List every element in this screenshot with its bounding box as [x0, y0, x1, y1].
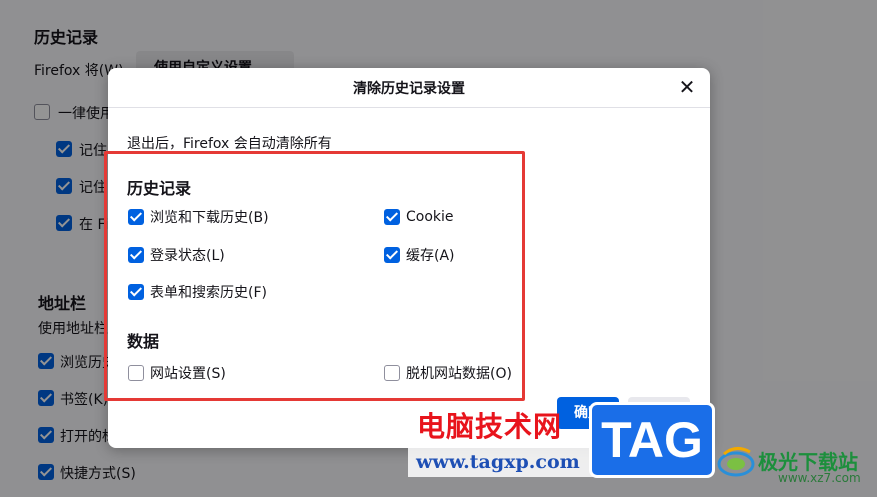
jiguang-site-url: www.xz7.com: [778, 471, 861, 485]
jiguang-logo-icon: [717, 447, 755, 477]
dialog-description: 退出后，Firefox 会自动清除所有: [127, 136, 332, 152]
dialog-header: 清除历史记录设置 ✕: [108, 68, 710, 108]
tag-logo: TAG: [589, 402, 715, 478]
highlight-box: [104, 151, 525, 401]
watermark-site-url: www.tagxp.com: [416, 451, 580, 473]
watermark-site-name: 电脑技术网: [417, 410, 563, 443]
close-icon[interactable]: ✕: [676, 76, 698, 98]
dialog-title: 清除历史记录设置: [353, 81, 465, 97]
